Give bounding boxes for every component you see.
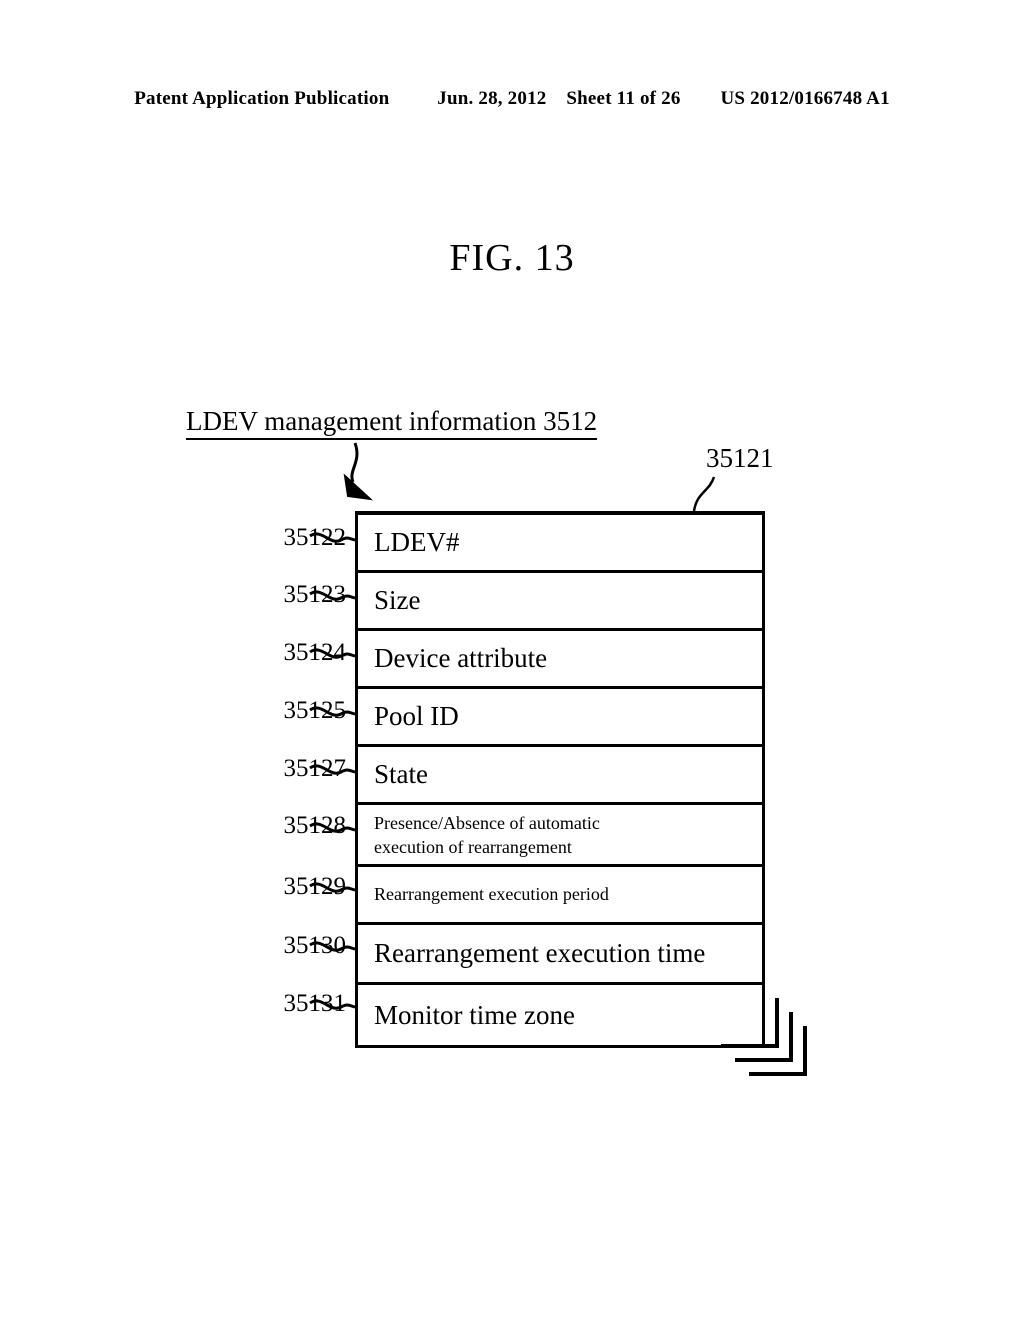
reference-number-35122: 35122 xyxy=(283,524,347,551)
table-row-pool-id: Pool ID xyxy=(358,689,762,747)
header-patent-number: US 2012/0166748 A1 xyxy=(720,88,890,109)
reference-number-35121: 35121 xyxy=(706,443,774,473)
row-label-monitor-time-zone: Monitor time zone xyxy=(374,999,575,1030)
header-date: Jun. 28, 2012 xyxy=(437,88,547,109)
table-row-state: State xyxy=(358,747,762,805)
header-publication: Patent Application Publication xyxy=(134,88,390,109)
leader-line-35121 xyxy=(692,476,716,512)
row-label-rearrangement-execution-period: Rearrangement execution period xyxy=(374,884,609,904)
header-sheet: Sheet 11 of 26 xyxy=(566,88,681,109)
table-row-rearrangement-execution-time: Rearrangement execution time xyxy=(358,925,762,985)
reference-number-35129: 35129 xyxy=(283,873,347,900)
reference-number-35128: 35128 xyxy=(283,812,347,839)
row-label-size: Size xyxy=(374,585,421,615)
reference-number-35130: 35130 xyxy=(283,932,347,959)
row-label-auto-rearrangement-presence-line1: Presence/Absence of automatic xyxy=(374,813,600,833)
row-label-pool-id: Pool ID xyxy=(374,701,459,731)
table-row-monitor-time-zone: Monitor time zone xyxy=(358,985,762,1045)
reference-number-35124: 35124 xyxy=(283,639,347,666)
table-row-auto-rearrangement-presence: Presence/Absence of automatic execution … xyxy=(358,805,762,867)
row-label-rearrangement-execution-time: Rearrangement execution time xyxy=(374,938,706,968)
reference-number-35131: 35131 xyxy=(283,990,347,1017)
page-header: Patent Application Publication Jun. 28, … xyxy=(0,88,1024,110)
heading-pointer-arrow xyxy=(343,442,374,501)
reference-number-35125: 35125 xyxy=(283,697,347,724)
row-label-device-attribute: Device attribute xyxy=(374,643,548,673)
row-label-ldev-number: LDEV# xyxy=(374,527,460,557)
reference-number-35123: 35123 xyxy=(283,581,347,608)
table-row-device-attribute: Device attribute xyxy=(358,631,762,689)
table-row-size: Size xyxy=(358,573,762,631)
table-row-rearrangement-execution-period: Rearrangement execution period xyxy=(358,867,762,925)
reference-number-35127: 35127 xyxy=(283,755,347,782)
row-label-state: State xyxy=(374,759,428,789)
table-row-ldev-number: LDEV# xyxy=(358,515,762,573)
figure-title: FIG. 13 xyxy=(449,237,575,279)
structure-heading: LDEV management information 3512 xyxy=(186,406,598,440)
row-label-auto-rearrangement-presence-line2: execution of rearrangement xyxy=(374,837,572,858)
ldev-management-record-table: LDEV# Size Device attribute Pool ID Stat… xyxy=(355,511,765,1048)
